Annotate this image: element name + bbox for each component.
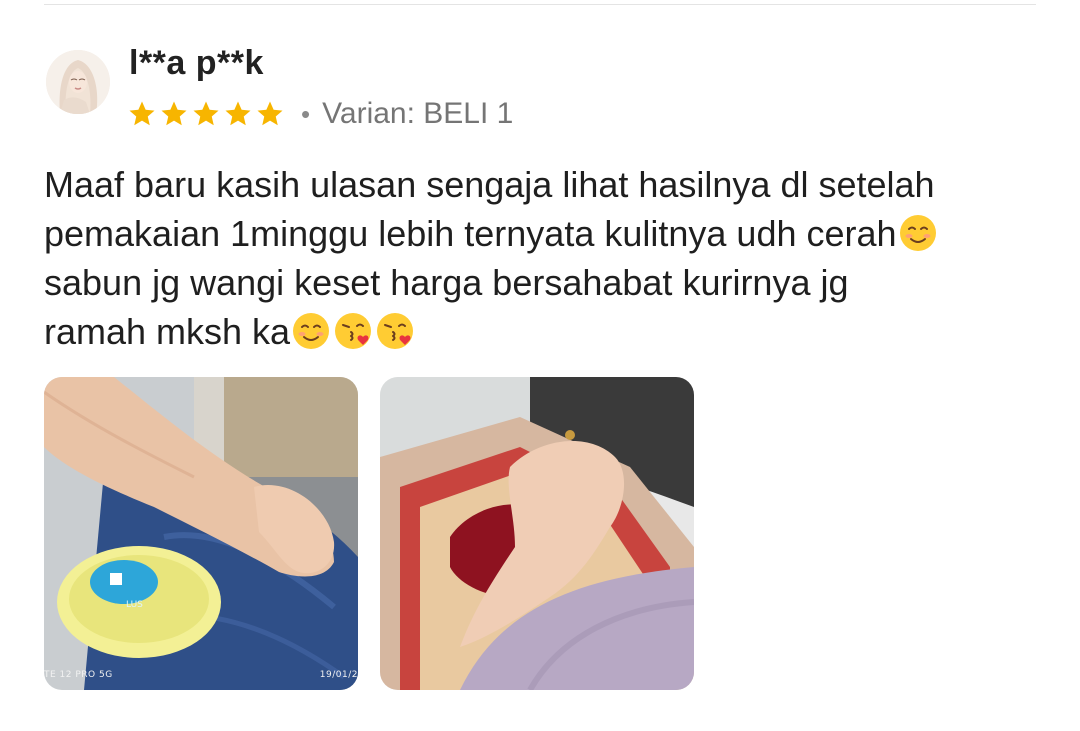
svg-text:LUS: LUS [126, 600, 143, 610]
star-rating [127, 99, 285, 129]
star-icon [129, 101, 155, 126]
photo-watermark-date: 19/01/2 [319, 670, 358, 680]
review-photo-1[interactable]: LUS TE 12 PRO 5G 19/01/2 [44, 377, 358, 690]
review-text-line: ramah mksh ka [44, 307, 1044, 356]
star-icon [193, 101, 219, 126]
face-blowing-kiss-icon [335, 313, 372, 349]
variant-label: Varian: BELI 1 [322, 97, 514, 130]
review-text-segment: ramah mksh ka [44, 311, 291, 352]
review-card: l**a p**k • Varian: BELI 1 Maaf baru kas… [0, 0, 1080, 731]
smiling-face-icon [293, 313, 330, 349]
review-photo-1-image: LUS [44, 377, 358, 690]
star-icon [161, 101, 187, 126]
review-text: Maaf baru kasih ulasan sengaja lihat has… [44, 160, 1044, 356]
reviewer-name: l**a p**k [129, 44, 264, 82]
star-icon [225, 101, 251, 126]
review-photo-2[interactable] [380, 377, 694, 690]
avatar-illustration [46, 50, 110, 114]
smiling-face-icon [899, 215, 936, 251]
review-text-line: Maaf baru kasih ulasan sengaja lihat has… [44, 160, 1044, 209]
review-text-segment: sabun jg wangi keset harga bersahabat ku… [44, 262, 849, 303]
face-blowing-kiss-icon [377, 313, 414, 349]
review-text-line: sabun jg wangi keset harga bersahabat ku… [44, 258, 1044, 307]
separator-dot: • [301, 98, 311, 129]
star-icon [257, 101, 283, 126]
avatar[interactable] [46, 50, 110, 114]
review-text-segment: pemakaian 1minggu lebih ternyata kulitny… [44, 213, 897, 254]
review-photo-2-image [380, 377, 694, 690]
review-text-segment: Maaf baru kasih ulasan sengaja lihat has… [44, 164, 935, 205]
photo-watermark-device: TE 12 PRO 5G [44, 670, 113, 680]
top-divider [44, 4, 1036, 5]
review-text-line: pemakaian 1minggu lebih ternyata kulitny… [44, 209, 1044, 258]
rating-row: • Varian: BELI 1 [127, 94, 513, 134]
